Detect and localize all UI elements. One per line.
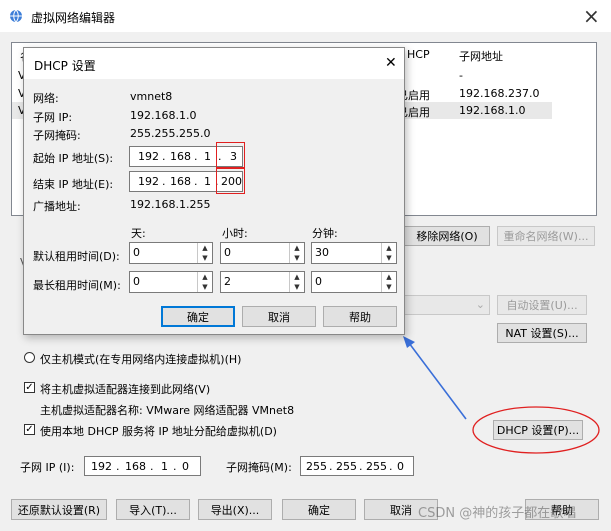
main-title: 虚拟网络编辑器 xyxy=(31,11,116,25)
dialog-subnet-ip-value: 192.168.1.0 xyxy=(130,109,197,122)
spin-up-icon: ▲ xyxy=(386,244,392,252)
dhcp-help-button[interactable]: 帮助 xyxy=(323,306,397,327)
spin-down-icon: ▼ xyxy=(202,254,208,262)
remove-network-button[interactable]: 移除网络(O) xyxy=(404,226,490,246)
default-lease-label: 默认租用时间(D): xyxy=(33,250,120,263)
end-ip-label: 结束 IP 地址(E): xyxy=(33,178,114,191)
default-lease-hours-spinner[interactable]: 0 ▲ ▼ xyxy=(220,242,305,264)
use-dhcp-label: 使用本地 DHCP 服务将 IP 地址分配给虚拟机(D) xyxy=(40,425,277,438)
days-header: 天: xyxy=(131,227,146,240)
use-dhcp-checkbox[interactable]: ✓ xyxy=(24,424,35,435)
spin-up-icon: ▲ xyxy=(294,244,300,252)
network-editor-icon xyxy=(10,9,22,23)
spin-down-icon: ▼ xyxy=(386,254,392,262)
dialog-subnet-ip-label: 子网 IP: xyxy=(33,111,73,124)
export-button[interactable]: 导出(X)... xyxy=(198,499,272,520)
dhcp-settings-button[interactable]: DHCP 设置(P)... xyxy=(493,420,583,440)
watermark: CSDN @神的孩子都在歌唱 xyxy=(418,506,577,521)
rename-network-button[interactable]: 重命名网络(W)... xyxy=(497,226,595,246)
start-ip-label: 起始 IP 地址(S): xyxy=(33,152,114,165)
subnet-mask-label: 子网掩码(M): xyxy=(226,461,292,474)
spin-up-icon: ▲ xyxy=(386,273,392,281)
network-value: vmnet8 xyxy=(130,90,173,103)
spin-down-icon: ▼ xyxy=(294,283,300,291)
dhcp-dialog-title-bar: DHCP 设置 ✕ xyxy=(24,48,404,79)
spin-down-icon: ▼ xyxy=(294,254,300,262)
host-only-radio[interactable] xyxy=(24,352,35,363)
default-lease-minutes-spinner[interactable]: 30 ▲ ▼ xyxy=(311,242,397,264)
chevron-down-icon: ⌄ xyxy=(475,298,485,311)
broadcast-label: 广播地址: xyxy=(33,200,81,213)
dhcp-ok-button[interactable]: 确定 xyxy=(161,306,235,327)
subnet-ip-label: 子网 IP (I): xyxy=(20,461,75,474)
network-label: 网络: xyxy=(33,92,59,105)
table-header-dhcp: HCP xyxy=(407,48,430,61)
subnet-ip-field[interactable]: 192. 168. 1. 0 xyxy=(84,456,201,476)
max-lease-days-spinner[interactable]: 0 ▲ ▼ xyxy=(129,271,213,293)
start-ip-highlight xyxy=(216,142,245,168)
max-lease-minutes-spinner[interactable]: 0 ▲ ▼ xyxy=(311,271,397,293)
main-ok-button[interactable]: 确定 xyxy=(282,499,356,520)
spin-up-icon: ▲ xyxy=(202,273,208,281)
host-only-label: 仅主机模式(在专用网络内连接虚拟机)(H) xyxy=(40,353,242,366)
spin-up-icon: ▲ xyxy=(294,273,300,281)
dhcp-dialog-title: DHCP 设置 xyxy=(34,59,96,73)
connect-host-adapter-label: 将主机虚拟适配器连接到此网络(V) xyxy=(40,383,211,396)
spin-down-icon: ▼ xyxy=(386,283,392,291)
auto-settings-button[interactable]: 自动设置(U)... xyxy=(497,295,587,315)
dhcp-close-icon[interactable]: ✕ xyxy=(385,55,397,71)
subnet-mask-field[interactable]: 255. 255. 255. 0 xyxy=(300,456,414,476)
connect-host-adapter-checkbox[interactable]: ✓ xyxy=(24,382,35,393)
spin-down-icon: ▼ xyxy=(202,283,208,291)
spin-up-icon: ▲ xyxy=(202,244,208,252)
default-lease-days-spinner[interactable]: 0 ▲ ▼ xyxy=(129,242,213,264)
broadcast-value: 192.168.1.255 xyxy=(130,198,211,211)
dialog-subnet-mask-value: 255.255.255.0 xyxy=(130,127,211,140)
main-close-icon[interactable]: × xyxy=(583,4,600,28)
dhcp-dialog: DHCP 设置 ✕ 网络: vmnet8 子网 IP: 192.168.1.0 … xyxy=(23,47,405,335)
dhcp-cancel-button[interactable]: 取消 xyxy=(242,306,316,327)
restore-defaults-button[interactable]: 还原默认设置(R) xyxy=(11,499,107,520)
hours-header: 小时: xyxy=(222,227,248,240)
main-title-bar: 虚拟网络编辑器 × xyxy=(0,0,611,32)
adapter-name-label: 主机虚拟适配器名称: VMware 网络适配器 VMnet8 xyxy=(40,404,295,417)
nat-settings-button[interactable]: NAT 设置(S)... xyxy=(497,323,587,343)
max-lease-label: 最长租用时间(M): xyxy=(33,279,121,292)
end-ip-highlight xyxy=(216,168,245,194)
minutes-header: 分钟: xyxy=(312,227,338,240)
max-lease-hours-spinner[interactable]: 2 ▲ ▼ xyxy=(220,271,305,293)
table-header-subnet: 子网地址 xyxy=(459,50,503,63)
bridge-dropdown[interactable]: ⌄ xyxy=(404,295,490,315)
import-button[interactable]: 导入(T)... xyxy=(116,499,190,520)
dialog-subnet-mask-label: 子网掩码: xyxy=(33,129,81,142)
